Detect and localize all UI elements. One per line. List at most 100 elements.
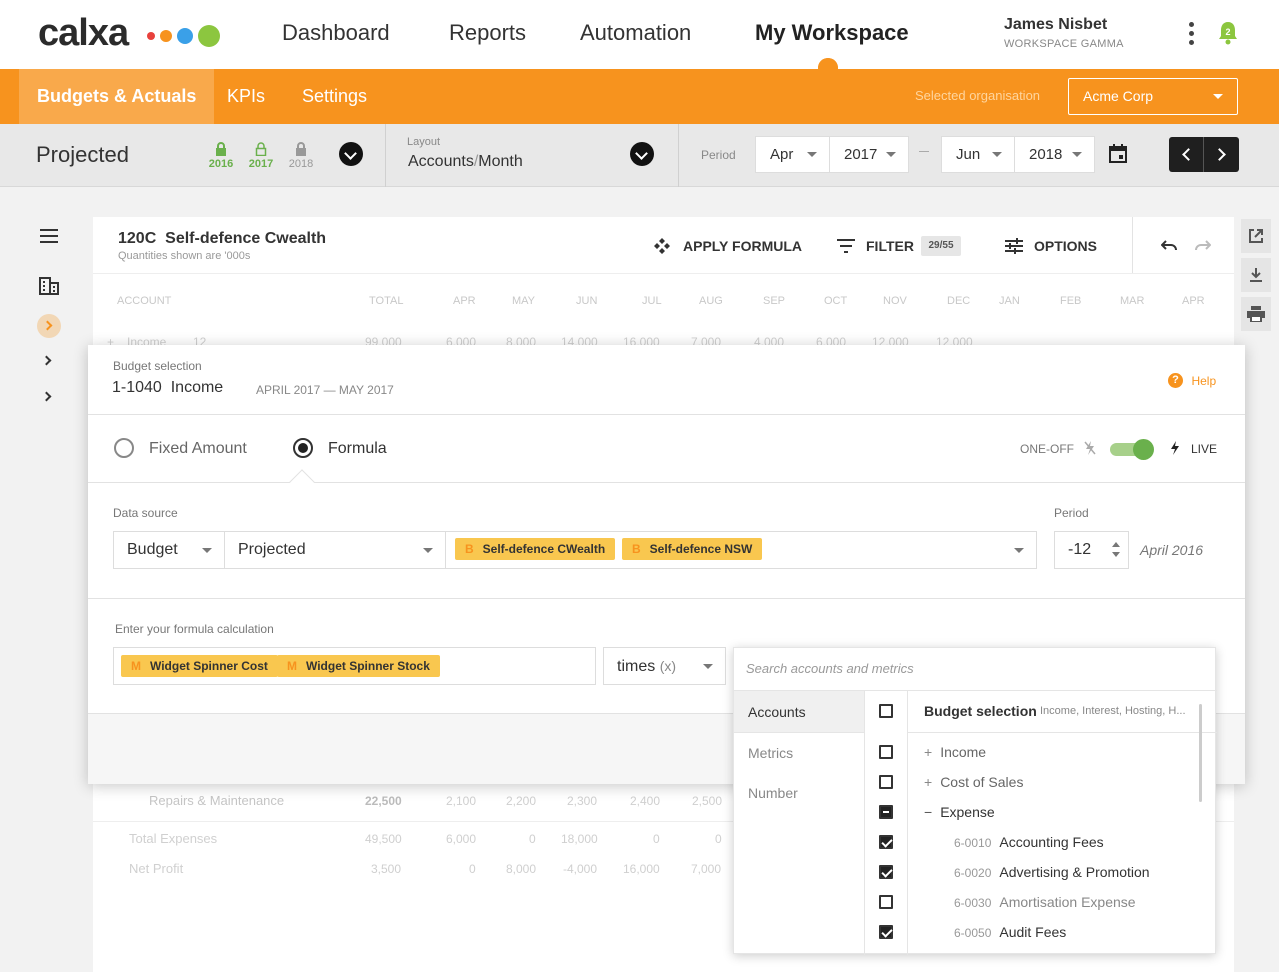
- list-item[interactable]: + Cost of Sales: [924, 774, 1023, 790]
- list-item[interactable]: 6-0030 Amortisation Expense: [954, 894, 1136, 910]
- apply-formula-button[interactable]: APPLY FORMULA: [683, 238, 802, 254]
- source-type-select[interactable]: Budget: [113, 531, 225, 569]
- list-item[interactable]: + Income: [924, 744, 986, 760]
- divider: [1203, 137, 1204, 172]
- notification-bell-icon[interactable]: 2: [1216, 20, 1240, 46]
- expand-plus-icon[interactable]: +: [924, 744, 932, 760]
- formula-radio[interactable]: [293, 438, 313, 458]
- divider: [88, 598, 1245, 599]
- divider: [907, 691, 908, 955]
- range-dash: [919, 151, 929, 152]
- hamburger-menu-icon[interactable]: [40, 229, 58, 247]
- category-metrics[interactable]: Metrics: [748, 745, 793, 761]
- stepper-arrows-icon[interactable]: [1112, 542, 1120, 558]
- select-all-checkbox[interactable]: [879, 704, 893, 718]
- item-checkbox[interactable]: [879, 775, 893, 789]
- nav-dashboard[interactable]: Dashboard: [282, 20, 390, 46]
- caret-down-icon: [807, 152, 817, 157]
- from-year-value: 2017: [844, 146, 878, 163]
- open-external-button[interactable]: [1241, 219, 1271, 253]
- print-button[interactable]: [1241, 297, 1271, 331]
- category-accounts[interactable]: Accounts: [748, 704, 806, 720]
- fixed-amount-radio[interactable]: [114, 438, 134, 458]
- item-checkbox-checked[interactable]: [879, 835, 893, 849]
- column-header: APR: [1182, 295, 1205, 307]
- picker-search-input[interactable]: Search accounts and metrics: [746, 661, 914, 676]
- budget-chip[interactable]: B Self-defence NSW: [622, 538, 763, 560]
- fixed-amount-label[interactable]: Fixed Amount: [149, 440, 247, 458]
- cell-value: 0: [529, 832, 536, 846]
- org-select[interactable]: Acme Corp: [1068, 78, 1238, 115]
- item-checkbox-checked[interactable]: [879, 925, 893, 939]
- redo-icon[interactable]: [1195, 240, 1211, 252]
- chip-label: Widget Spinner Stock: [306, 659, 430, 673]
- cell-value: 22,500: [365, 794, 402, 808]
- budget-chip[interactable]: B Self-defence CWealth: [455, 538, 616, 560]
- item-label: Audit Fees: [999, 924, 1067, 940]
- category-number[interactable]: Number: [748, 785, 798, 801]
- from-month-select[interactable]: Apr: [755, 136, 830, 173]
- divider: [88, 414, 1245, 415]
- item-label: Income: [940, 744, 987, 760]
- download-button[interactable]: [1241, 258, 1271, 292]
- caret-down-icon: [886, 152, 896, 157]
- years-dropdown-button[interactable]: [339, 142, 363, 166]
- nav-automation[interactable]: Automation: [580, 20, 691, 46]
- nav-reports[interactable]: Reports: [449, 20, 526, 46]
- to-month-select[interactable]: Jun: [941, 136, 1015, 173]
- tab-budgets-actuals[interactable]: Budgets & Actuals: [19, 69, 215, 124]
- organisation-building-icon[interactable]: [39, 277, 59, 295]
- user-name[interactable]: James Nisbet: [1004, 16, 1107, 34]
- tab-settings[interactable]: Settings: [284, 69, 385, 124]
- calendar-icon[interactable]: [1109, 144, 1127, 163]
- column-header: AUG: [699, 295, 723, 307]
- layout-dropdown-button[interactable]: [630, 142, 654, 166]
- chevron-right-icon[interactable]: [41, 391, 52, 402]
- org-label: Selected organisation: [915, 88, 1041, 103]
- undo-icon[interactable]: [1161, 240, 1177, 252]
- options-button[interactable]: OPTIONS: [1034, 238, 1097, 254]
- selection-code: 1-1040: [112, 379, 162, 396]
- cell-value: 6,000: [446, 832, 477, 846]
- cell-value: 8,000: [506, 862, 537, 876]
- item-checkbox[interactable]: [879, 745, 893, 759]
- previous-period-icon[interactable]: [1182, 148, 1195, 161]
- next-period-icon[interactable]: [1213, 148, 1226, 161]
- selection-date-range: APRIL 2017 — MAY 2017: [256, 383, 394, 397]
- nav-my-workspace[interactable]: My Workspace: [755, 20, 909, 46]
- tab-kpis[interactable]: KPIs: [209, 69, 283, 124]
- kebab-menu-icon[interactable]: [1189, 22, 1195, 45]
- scrollbar[interactable]: [1199, 704, 1202, 802]
- help-button[interactable]: ? Help: [1168, 372, 1216, 390]
- expand-plus-icon[interactable]: +: [924, 774, 932, 790]
- item-checkbox-partial[interactable]: [879, 805, 893, 819]
- operator-select[interactable]: times (x): [603, 647, 726, 685]
- live-toggle[interactable]: [1110, 438, 1154, 460]
- lock-icon: [296, 142, 306, 156]
- calxa-logo[interactable]: calxa: [38, 12, 129, 55]
- download-icon: [1250, 268, 1262, 282]
- year-lock-2018[interactable]: 2018: [286, 142, 316, 170]
- collapse-minus-icon[interactable]: −: [924, 804, 932, 820]
- item-checkbox-checked[interactable]: [879, 865, 893, 879]
- source-scenario-select[interactable]: Projected: [224, 531, 446, 569]
- chevron-right-icon[interactable]: [41, 355, 52, 366]
- filter-button[interactable]: FILTER: [866, 238, 914, 254]
- layout-value[interactable]: Accounts/Month: [408, 153, 523, 171]
- quantities-note: Quantities shown are '000s: [118, 250, 251, 262]
- metric-chip[interactable]: M Widget Spinner Cost: [121, 655, 278, 677]
- year-lock-2016[interactable]: 2016: [206, 142, 236, 170]
- from-year-select[interactable]: 2017: [829, 136, 909, 173]
- formula-label[interactable]: Formula: [328, 440, 387, 458]
- list-item[interactable]: 6-0010 Accounting Fees: [954, 834, 1104, 850]
- budget-toolbar: Projected 2016 2017 2018 Layout Accounts…: [0, 124, 1279, 187]
- list-item[interactable]: 6-0050 Audit Fees: [954, 924, 1066, 940]
- apply-formula-icon: [654, 238, 670, 254]
- list-item[interactable]: 6-0020 Advertising & Promotion: [954, 864, 1150, 880]
- metric-chip[interactable]: M Widget Spinner Stock: [277, 655, 440, 677]
- list-item[interactable]: − Expense: [924, 804, 995, 820]
- year-lock-2017[interactable]: 2017: [246, 142, 276, 170]
- to-year-select[interactable]: 2018: [1014, 136, 1095, 173]
- period-offset-input[interactable]: -12: [1054, 531, 1129, 569]
- item-checkbox[interactable]: [879, 895, 893, 909]
